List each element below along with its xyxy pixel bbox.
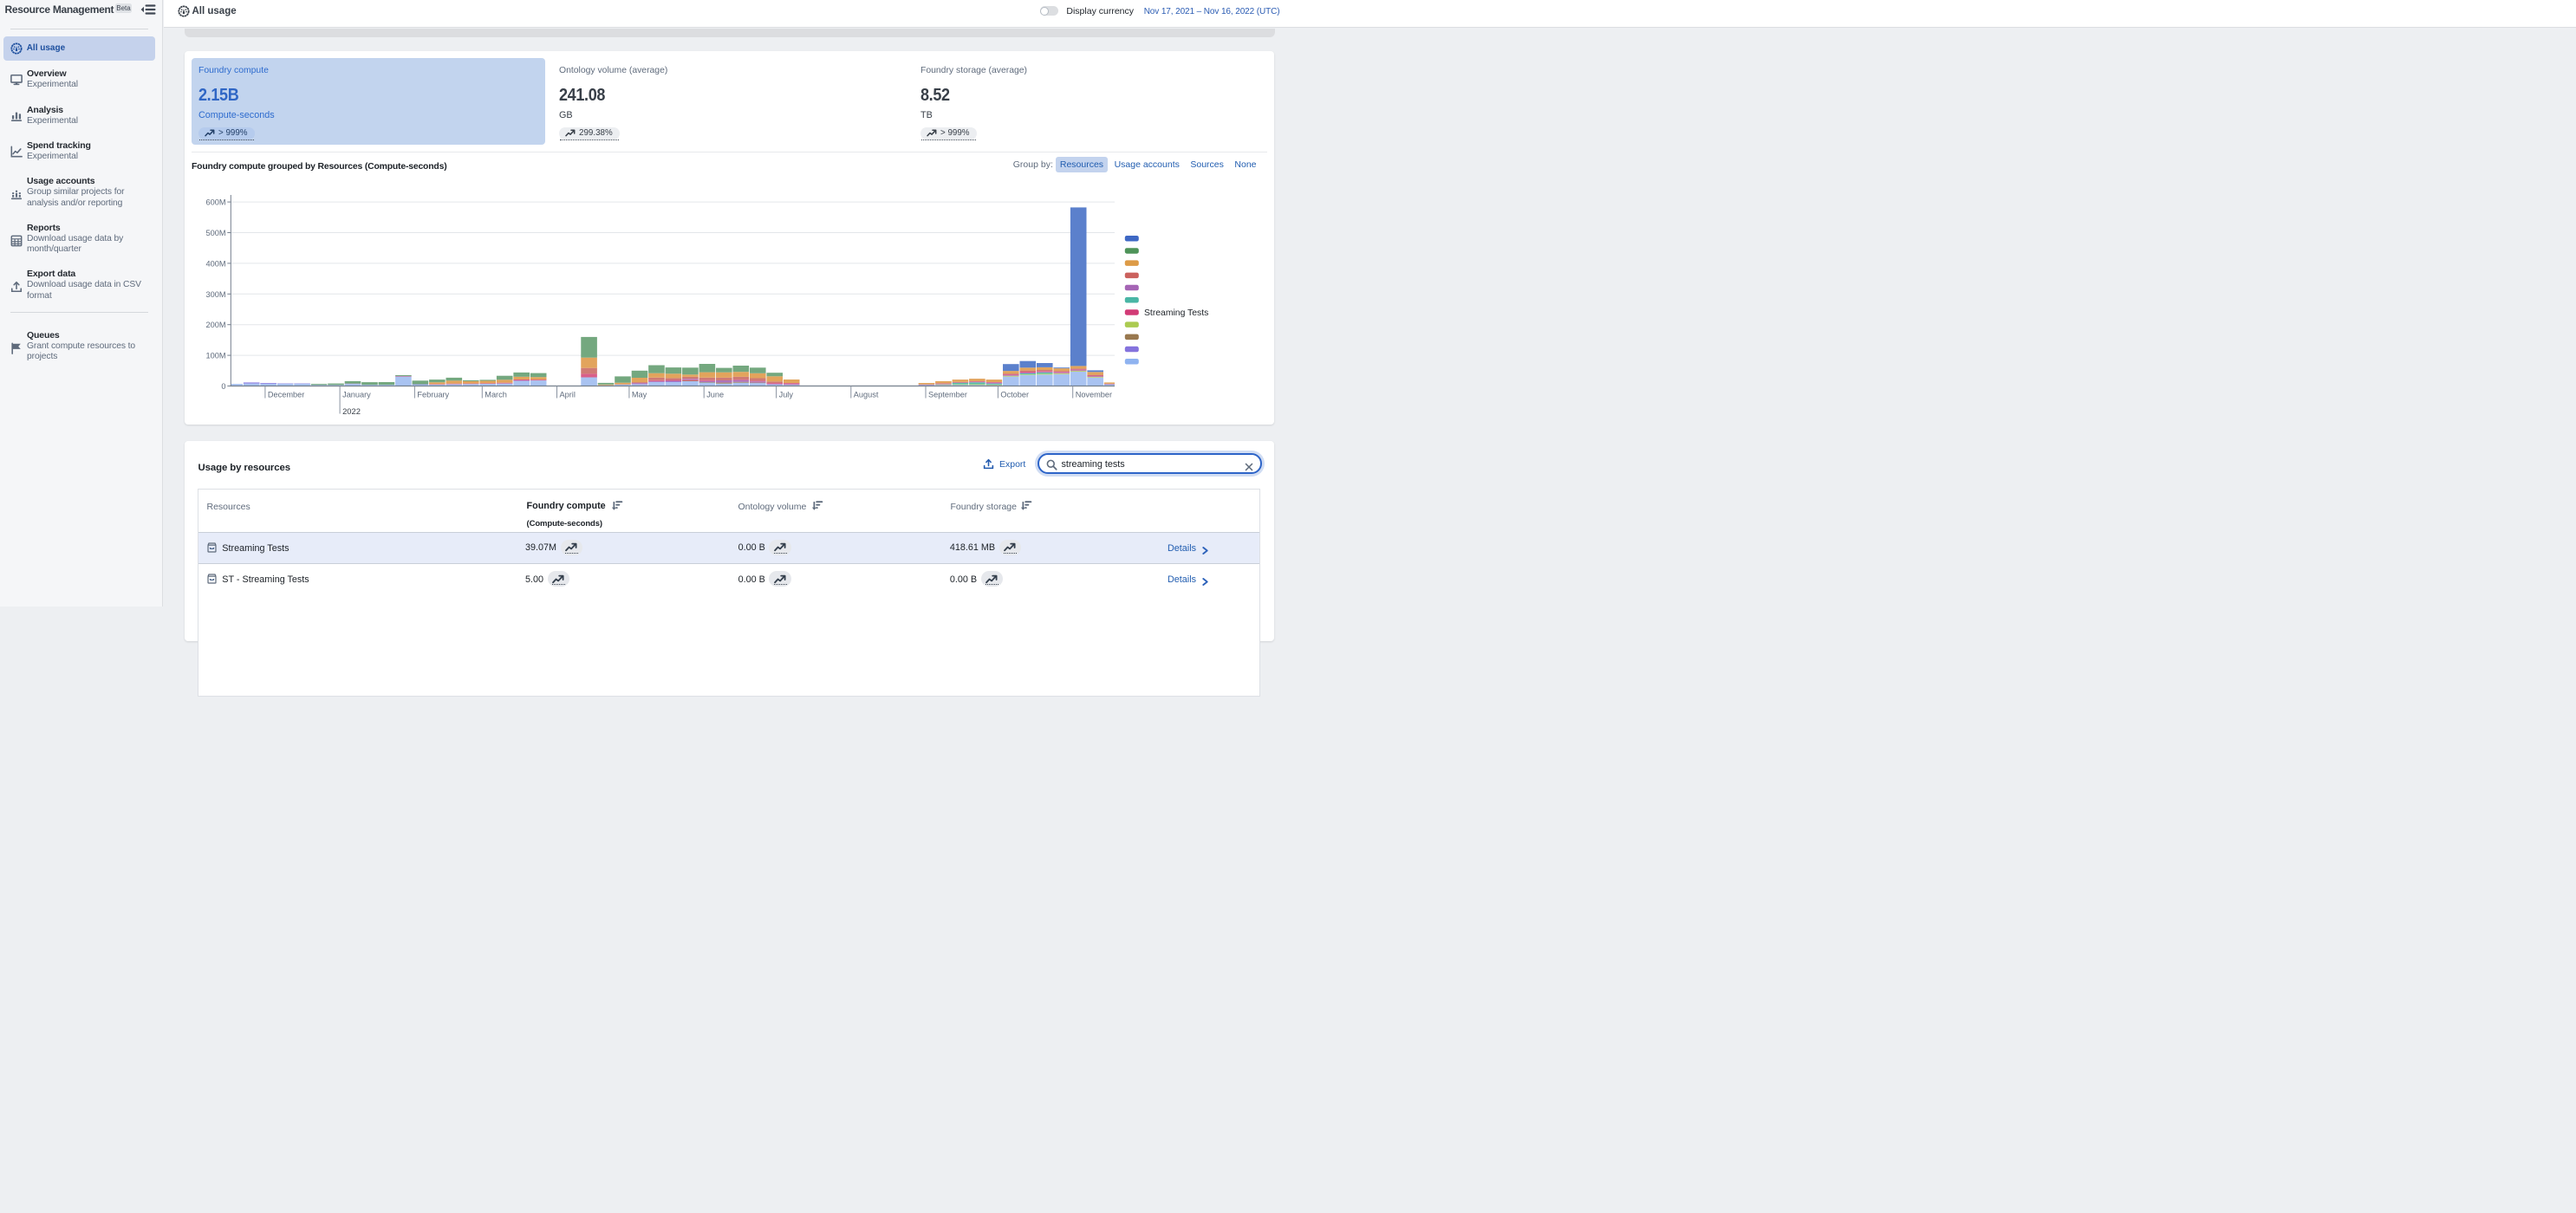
svg-text:500M: 500M [206,229,226,237]
svg-text:August: August [854,391,879,399]
svg-text:July: July [779,391,794,399]
svg-text:Streaming Tests: Streaming Tests [1144,308,1208,318]
svg-text:200M: 200M [206,321,226,329]
svg-text:October: October [1000,391,1029,399]
svg-text:January: January [342,391,371,399]
svg-text:November: November [1076,391,1112,399]
svg-text:2022: 2022 [342,406,361,416]
svg-text:March: March [485,391,507,399]
svg-text:June: June [706,391,724,399]
svg-text:600M: 600M [206,198,226,207]
svg-text:300M: 300M [206,290,226,299]
svg-text:September: September [928,391,967,399]
svg-text:April: April [560,391,576,399]
svg-text:May: May [632,391,647,399]
svg-text:February: February [417,391,449,399]
svg-text:100M: 100M [206,352,226,360]
svg-text:0: 0 [221,382,225,391]
svg-text:December: December [268,391,304,399]
svg-text:400M: 400M [206,259,226,268]
